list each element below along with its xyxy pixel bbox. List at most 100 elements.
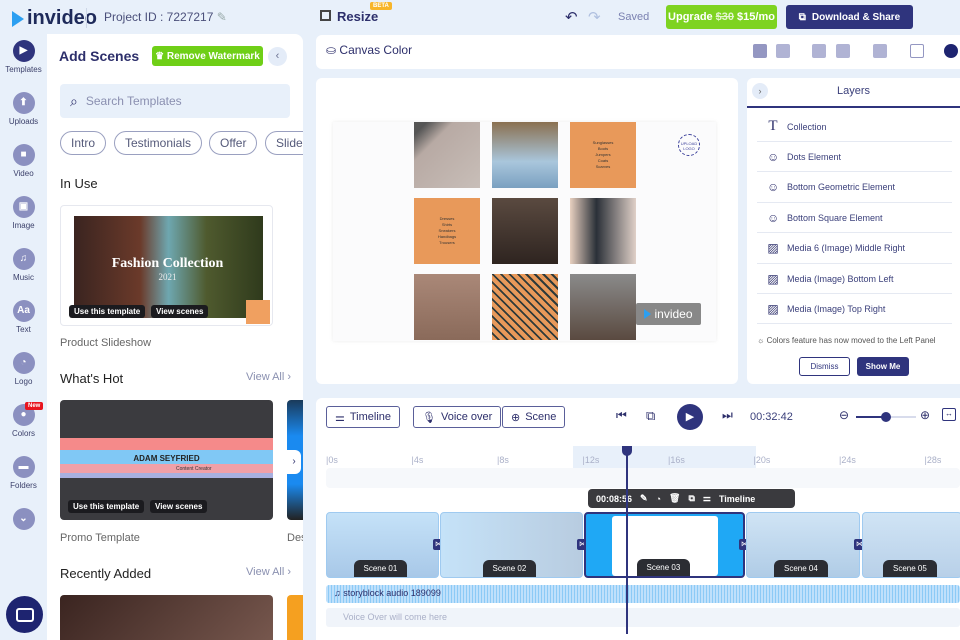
voice-over-button[interactable]: 🎙 Voice over — [413, 406, 502, 428]
thumbnail-title: Fashion Collection — [111, 256, 224, 271]
layer-item[interactable]: ☺ Bottom Square Element — [757, 203, 952, 234]
show-me-button[interactable]: Show Me — [857, 357, 909, 376]
playhead[interactable] — [626, 446, 628, 634]
grid-icon[interactable] — [910, 44, 924, 58]
rail-item-text[interactable]: Aa Text — [0, 300, 47, 334]
skip-forward-icon[interactable]: ⏭ — [722, 408, 733, 423]
remove-watermark-button[interactable]: ♛ Remove Watermark — [152, 46, 263, 66]
play-button[interactable]: ▶ — [677, 404, 703, 430]
chip-intro[interactable]: Intro — [60, 131, 107, 155]
layer-item[interactable]: ▨ Media (Image) Bottom Left — [757, 264, 952, 294]
canvas-area: Sunglasses Boots Jumpers Coats Scarves Dress… — [316, 78, 738, 384]
view-scenes-button[interactable]: View scenes — [150, 500, 208, 513]
chat-button[interactable] — [6, 596, 43, 633]
carousel-next-button[interactable]: › — [287, 450, 301, 474]
scene-timeline-button[interactable]: Timeline — [719, 494, 755, 504]
rail-item-image[interactable]: ▣ Image — [0, 196, 47, 230]
rail-item-uploads[interactable]: ⬆ Uploads — [0, 92, 47, 126]
scene-clip[interactable]: Scene 02 — [440, 512, 583, 578]
bring-forward-icon[interactable] — [812, 44, 826, 58]
timeline-button[interactable]: ⚌ Timeline — [326, 406, 401, 428]
chip-testimonials[interactable]: Testimonials — [114, 131, 203, 155]
edit-icon[interactable]: ✎ — [217, 10, 227, 24]
sliders-icon[interactable]: ⚌ — [703, 493, 711, 504]
fit-timeline-icon[interactable]: ↔ — [942, 408, 956, 421]
scene-preview[interactable]: Sunglasses Boots Jumpers Coats Scarves Dress… — [333, 122, 716, 341]
rail-item-more[interactable]: ⌄ — [0, 508, 47, 533]
search-templates-input[interactable]: ⌕ Search Templates — [60, 84, 290, 118]
recent-template-card[interactable] — [287, 595, 303, 640]
resize-button[interactable]: Resize — [337, 9, 378, 24]
media-image[interactable] — [492, 122, 558, 188]
zoom-slider[interactable] — [856, 412, 916, 422]
zoom-slider-handle[interactable] — [881, 412, 891, 422]
voice-over-track[interactable]: Voice Over will come here — [326, 608, 960, 627]
rail-label: Logo — [14, 377, 33, 386]
rail-item-logo[interactable]: ◔ Logo — [0, 352, 47, 386]
scene-label: Scene 04 — [774, 560, 828, 577]
paint-bucket-icon: ⛀ — [326, 43, 337, 57]
media-image-top-right[interactable] — [570, 274, 636, 340]
play-preview-icon[interactable] — [944, 44, 958, 58]
collapse-panel-button[interactable]: ‹ — [268, 47, 287, 66]
layer-item[interactable]: T Collection — [757, 112, 952, 142]
rail-label: Uploads — [8, 117, 39, 126]
media-image-bottom-left[interactable] — [414, 274, 480, 340]
time-tick: |16s — [668, 455, 685, 465]
dismiss-button[interactable]: Dismiss — [799, 357, 850, 376]
delete-icon[interactable] — [873, 44, 887, 58]
copy-icon[interactable] — [753, 44, 767, 58]
layer-item[interactable]: ☺ Bottom Geometric Element — [757, 173, 952, 203]
rail-item-folders[interactable]: ▬ Folders — [0, 456, 47, 490]
send-backward-icon[interactable] — [836, 44, 850, 58]
skip-back-icon[interactable]: ⏮ — [616, 408, 627, 423]
external-link-icon: ⧉ — [798, 11, 806, 23]
upload-logo-placeholder[interactable]: UPLOAD LOGO — [678, 134, 700, 156]
rail-item-video[interactable]: ■ Video — [0, 144, 47, 178]
media-image-middle-right[interactable] — [570, 198, 636, 264]
layer-item[interactable]: ▨ Media (Image) Top Right — [757, 294, 952, 325]
invideo-logo[interactable]: invideo — [12, 7, 97, 30]
duplicate-icon[interactable]: ⧉ — [688, 493, 694, 504]
paste-icon[interactable] — [776, 44, 790, 58]
delete-icon[interactable]: 🗑 — [669, 493, 680, 504]
playhead-handle[interactable] — [622, 446, 632, 456]
view-scenes-button[interactable]: View scenes — [151, 305, 209, 318]
transition-icon[interactable]: ◔ — [656, 494, 661, 504]
rail-item-templates[interactable]: ▶ Templates — [0, 40, 47, 74]
upgrade-button[interactable]: Upgrade $30 $15/mo — [666, 5, 777, 29]
redo-icon[interactable]: ↷ — [588, 8, 601, 26]
undo-icon[interactable]: ↶ — [565, 8, 578, 26]
bottom-geometric-element[interactable] — [492, 274, 558, 340]
preview-scene-icon[interactable]: ⧉ — [646, 408, 655, 424]
text-list-top[interactable]: Sunglasses Boots Jumpers Coats Scarves — [570, 122, 636, 188]
scene-clip[interactable]: Scene 05 — [862, 512, 960, 578]
audio-track[interactable]: ♫ storyblock audio 189099 — [326, 585, 960, 603]
rail-item-music[interactable]: ♫ Music — [0, 248, 47, 282]
zoom-in-icon[interactable]: ⊕ — [920, 408, 930, 422]
scene-clip[interactable]: Scene 04 — [746, 512, 860, 578]
canvas-color-button[interactable]: ⛀ Canvas Color — [326, 43, 412, 57]
scene-label: Scene 05 — [883, 560, 937, 577]
promo-template-card[interactable]: ADAM SEYFRIED Content Creator Use this t… — [60, 400, 273, 520]
zoom-out-icon[interactable]: ⊖ — [839, 408, 849, 422]
view-all-recent-link[interactable]: View All › — [246, 566, 291, 578]
download-share-button[interactable]: ⧉ Download & Share — [786, 5, 913, 29]
scene-clip[interactable]: Scene 03 — [584, 512, 745, 578]
use-template-button[interactable]: Use this template — [68, 500, 145, 513]
recent-template-card[interactable] — [60, 595, 273, 640]
in-use-template-card[interactable]: Fashion Collection 2021 Use this templat… — [60, 205, 273, 326]
scene-clip[interactable]: Scene 01 — [326, 512, 439, 578]
chip-slide[interactable]: Slide — [265, 131, 303, 155]
text-list-middle[interactable]: Dresses Shirts Sneakers Handbags Trousers — [414, 198, 480, 264]
media-image[interactable] — [414, 122, 480, 188]
layer-item[interactable]: ☺ Dots Element — [757, 142, 952, 173]
layer-item[interactable]: ▨ Media 6 (Image) Middle Right — [757, 234, 952, 264]
media-image[interactable] — [492, 198, 558, 264]
chip-offer[interactable]: Offer — [209, 131, 258, 155]
add-scene-button[interactable]: ⊕ Scene — [502, 406, 566, 428]
use-template-button[interactable]: Use this template — [69, 305, 146, 318]
edit-icon[interactable]: ✎ — [640, 493, 648, 504]
view-all-hot-link[interactable]: View All › — [246, 371, 291, 383]
project-id[interactable]: Project ID : 7227217 ✎ — [104, 10, 227, 24]
